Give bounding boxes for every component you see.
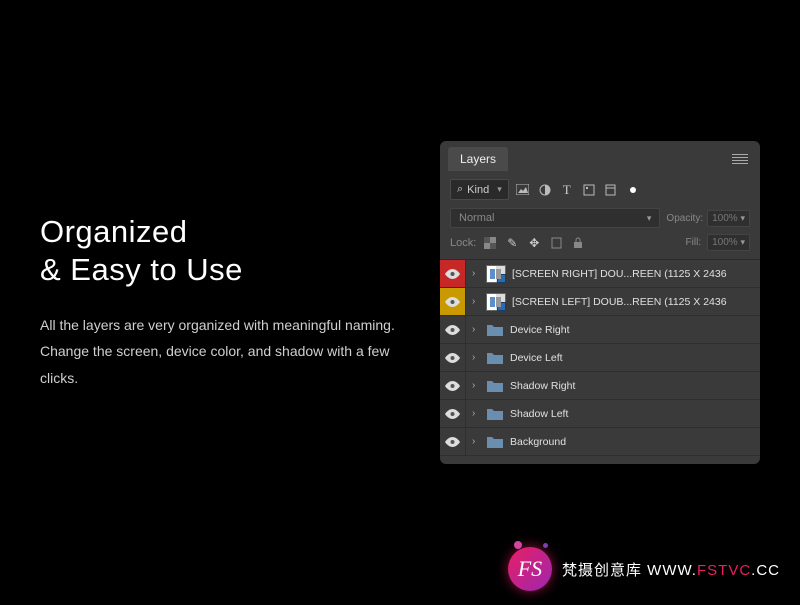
fill-label: Fill: [686,237,702,248]
layer-row[interactable]: › Device Right [440,316,760,344]
opacity-value[interactable]: 100% ▾ [707,210,750,227]
lock-transparency-icon[interactable] [482,235,498,251]
layer-row[interactable]: › [SCREEN LEFT] DOUB...REEN (1125 X 2436 [440,288,760,316]
opacity-label: Opacity: [666,213,703,224]
visibility-toggle-icon[interactable] [440,288,466,315]
layers-panel: Layers ⌕ Kind ▾ T Normal ▾ Opacity: [440,141,760,464]
visibility-toggle-icon[interactable] [440,372,466,399]
filter-adjustment-icon[interactable] [537,182,553,198]
search-icon: ⌕ [457,183,463,196]
chevron-down-icon: ▾ [647,213,652,224]
layers-tab[interactable]: Layers [448,147,508,171]
blend-row: Normal ▾ Opacity: 100% ▾ [440,208,760,234]
panel-tabs: Layers [440,141,760,171]
smart-object-icon [497,302,506,311]
lock-brush-icon[interactable]: ✎ [504,235,520,251]
filter-image-icon[interactable] [515,182,531,198]
layer-name: Device Left [510,352,563,364]
folder-icon [486,351,504,365]
headline-line-2: & Easy to Use [40,252,243,287]
filter-dot-icon[interactable] [625,182,641,198]
promo-text: Organized & Easy to Use All the layers a… [40,213,440,391]
filter-smart-icon[interactable] [603,182,619,198]
folder-icon [486,379,504,393]
layer-row[interactable]: › Device Left [440,344,760,372]
layer-row[interactable]: › Shadow Right [440,372,760,400]
folder-icon [486,323,504,337]
visibility-toggle-icon[interactable] [440,428,466,455]
visibility-toggle-icon[interactable] [440,260,466,287]
layer-name: [SCREEN RIGHT] DOU...REEN (1125 X 2436 [512,268,727,280]
filter-shape-icon[interactable] [581,182,597,198]
visibility-toggle-icon[interactable] [440,316,466,343]
headline: Organized & Easy to Use [40,213,410,287]
smart-object-icon [497,274,506,283]
filter-kind-label: Kind [467,184,489,196]
layer-row[interactable]: › Shadow Left [440,400,760,428]
filter-text-icon[interactable]: T [559,182,575,198]
layer-name: Shadow Left [510,408,568,420]
lock-row: Lock: ✎ ✥ Fill: 100% ▾ [440,234,760,259]
watermark-url-mid: FSTVC [697,562,751,579]
lock-label: Lock: [450,237,476,249]
watermark: FS 梵摄创意库 WWW.FSTVC.CC [508,547,780,591]
lock-artboard-icon[interactable] [548,235,564,251]
expand-arrow-icon[interactable]: › [472,408,480,419]
expand-arrow-icon[interactable]: › [472,296,480,307]
layers-list: ›[SCREEN RIGHT] DOU...REEN (1125 X 2436›… [440,259,760,456]
expand-arrow-icon[interactable]: › [472,324,480,335]
filter-kind-select[interactable]: ⌕ Kind ▾ [450,179,509,200]
chevron-down-icon: ▾ [497,184,502,195]
folder-icon [486,407,504,421]
blend-mode-select[interactable]: Normal ▾ [450,208,660,228]
layer-thumbnail [486,265,506,283]
folder-icon [486,435,504,449]
expand-arrow-icon[interactable]: › [472,268,480,279]
blend-mode-value: Normal [459,212,494,224]
watermark-url-prefix: WWW. [647,562,697,579]
watermark-url-suffix: .CC [751,562,780,579]
layer-row[interactable]: › Background [440,428,760,456]
expand-arrow-icon[interactable]: › [472,380,480,391]
visibility-toggle-icon[interactable] [440,344,466,371]
watermark-brand: 梵摄创意库 [562,562,642,579]
expand-arrow-icon[interactable]: › [472,352,480,363]
layer-name: Shadow Right [510,380,575,392]
layer-thumbnail [486,293,506,311]
description: All the layers are very organized with m… [40,312,410,392]
headline-line-1: Organized [40,214,188,249]
panel-menu-icon[interactable] [732,154,748,164]
layer-name: [SCREEN LEFT] DOUB...REEN (1125 X 2436 [512,296,727,308]
layer-row[interactable]: › [SCREEN RIGHT] DOU...REEN (1125 X 2436 [440,260,760,288]
lock-all-icon[interactable] [570,235,586,251]
expand-arrow-icon[interactable]: › [472,436,480,447]
layer-name: Device Right [510,324,570,336]
lock-move-icon[interactable]: ✥ [526,235,542,251]
filter-row: ⌕ Kind ▾ T [440,171,760,208]
watermark-badge: FS [508,547,552,591]
fill-value[interactable]: 100% ▾ [707,234,750,251]
watermark-text: 梵摄创意库 WWW.FSTVC.CC [562,559,780,580]
layer-name: Background [510,436,566,448]
visibility-toggle-icon[interactable] [440,400,466,427]
